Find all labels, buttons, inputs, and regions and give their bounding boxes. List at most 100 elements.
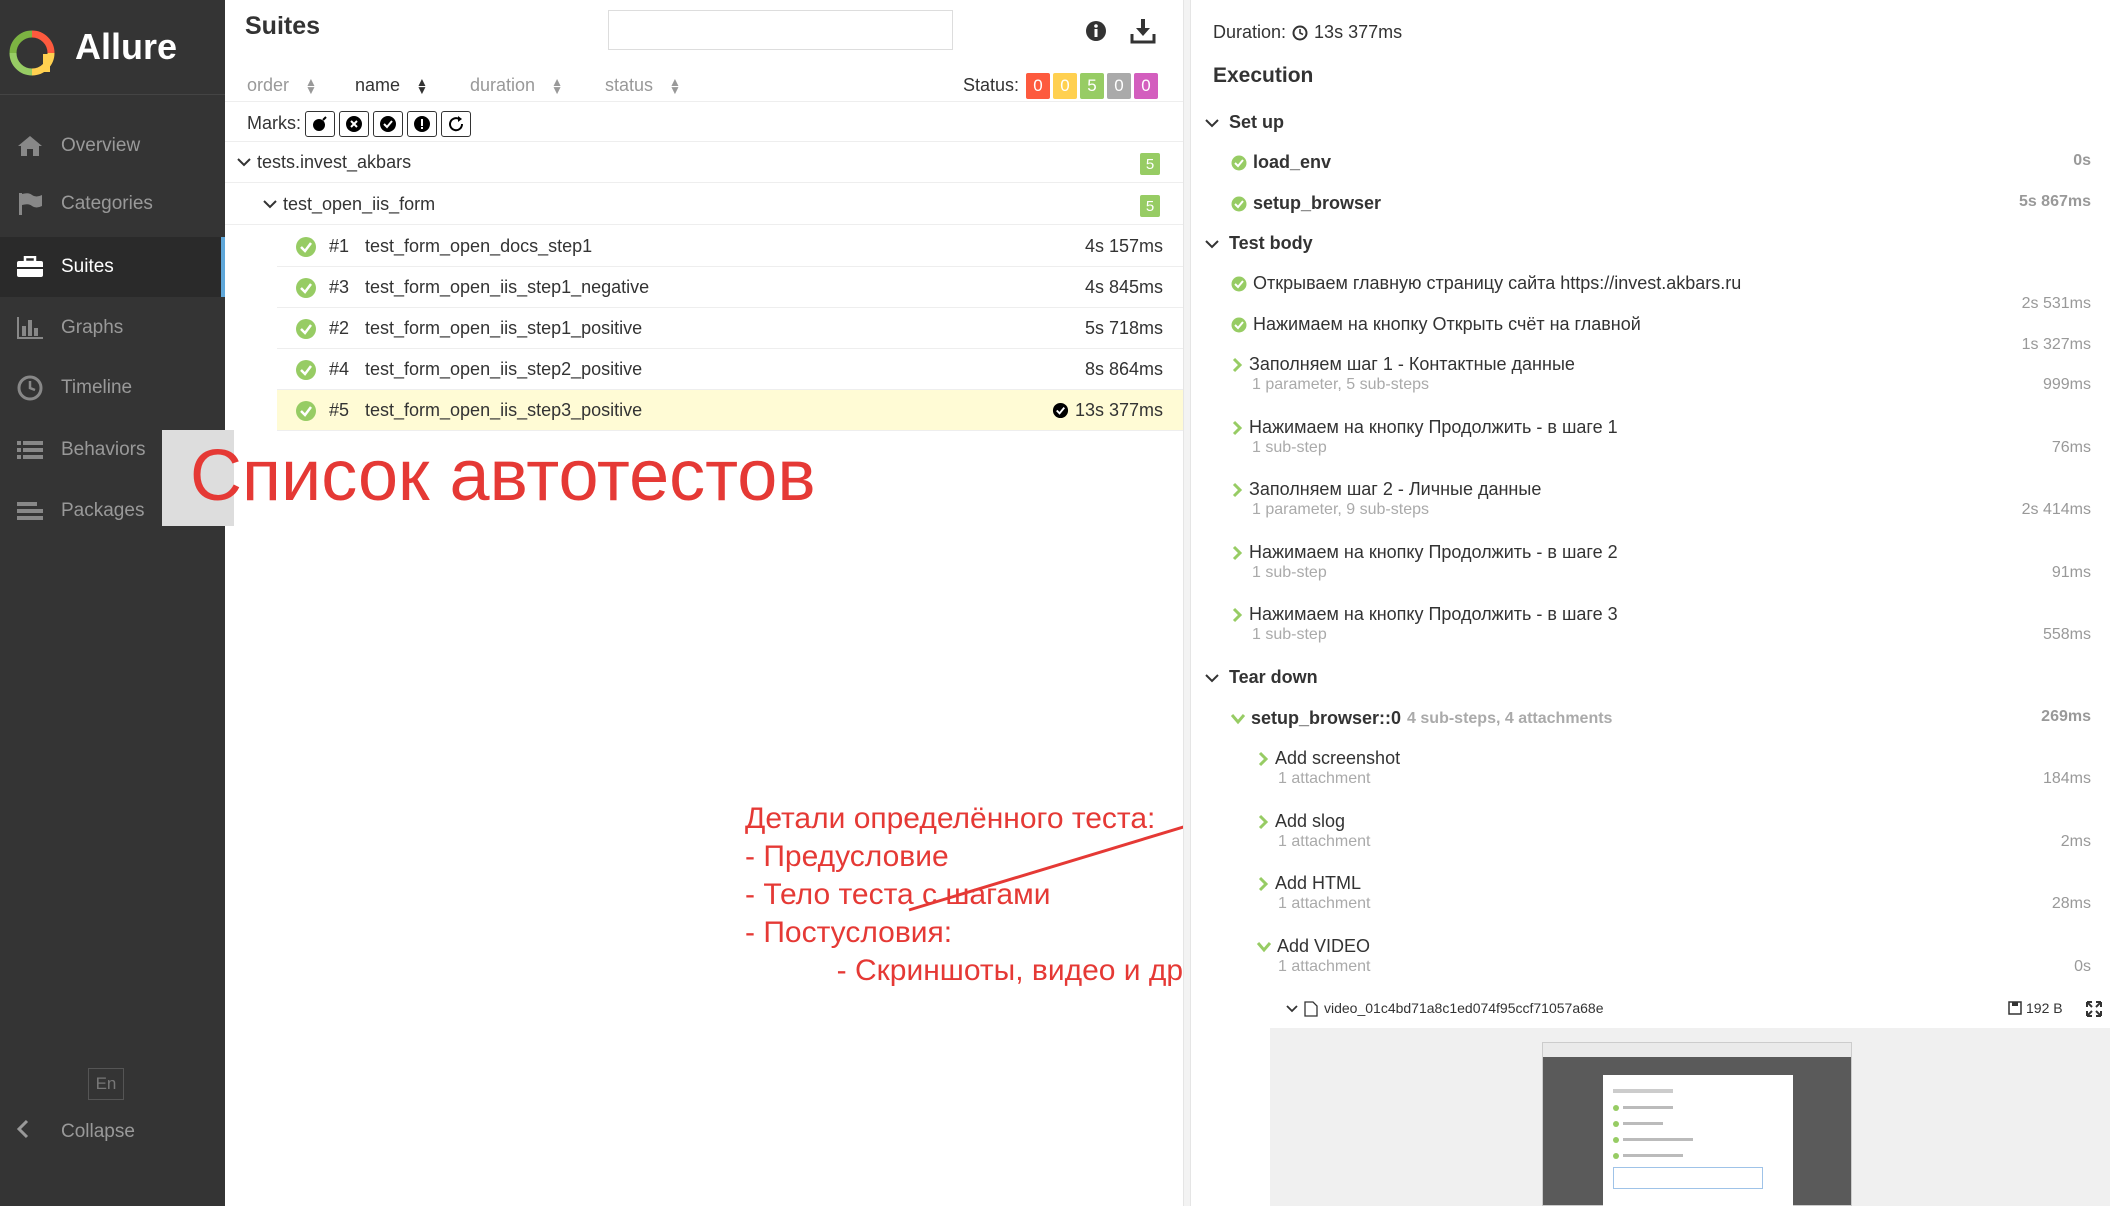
passed-icon <box>1231 196 1247 211</box>
marks-label: Marks: <box>247 113 301 133</box>
mark-flaky-button[interactable] <box>305 111 335 137</box>
status-passed-toggle[interactable]: 5 <box>1080 73 1104 99</box>
step-time: 0s <box>2074 958 2091 975</box>
sort-by-name[interactable]: name ▲ ▼ <box>355 75 428 96</box>
save-icon <box>2008 1001 2022 1015</box>
step-name: Нажимаем на кнопку Продолжить - в шаге 1 <box>1249 417 1618 437</box>
test-name: test_form_open_iis_step3_positive <box>365 399 643 420</box>
step-head: load_env <box>1231 152 1331 173</box>
passed-icon <box>296 401 316 421</box>
test-order: #4 <box>329 358 350 379</box>
mark-new-failed-button[interactable] <box>339 111 369 137</box>
mark-new-broken-button[interactable] <box>407 111 437 137</box>
check-circle-icon <box>380 116 396 132</box>
refresh-icon <box>449 116 464 132</box>
test-row-selected[interactable]: #5 test_form_open_iis_step3_positive 13s… <box>277 390 1183 431</box>
test-row[interactable]: #4 test_form_open_iis_step2_positive 8s … <box>277 349 1183 390</box>
sort-by-duration[interactable]: duration ▲ ▼ <box>470 75 563 96</box>
test-order: #2 <box>329 317 350 338</box>
passed-icon <box>296 319 316 339</box>
step-name: setup_browser <box>1253 193 1382 213</box>
chevron-right-icon <box>1232 482 1243 497</box>
chevron-down-icon <box>1286 1005 1298 1013</box>
step-sub: 4 sub-steps, 4 attachments <box>1407 709 1613 727</box>
step-time: 999ms <box>2042 376 2091 393</box>
sidebar-item-suites[interactable]: Suites <box>0 237 225 297</box>
video-preview[interactable] <box>1270 1028 2110 1207</box>
test-duration: 4s 157ms <box>1084 235 1163 256</box>
test-row[interactable]: #3 test_form_open_iis_step1_negative 4s … <box>277 267 1183 308</box>
download-icon[interactable] <box>1130 18 1156 49</box>
test-duration: 5s 718ms <box>1084 317 1163 338</box>
info-icon[interactable] <box>1085 20 1107 47</box>
chevron-right-icon <box>1258 876 1269 891</box>
page-title: Suites <box>245 12 321 40</box>
expand-icon <box>2086 1001 2102 1017</box>
status-failed-toggle[interactable]: 0 <box>1026 73 1050 99</box>
app-name: Allure <box>75 26 178 67</box>
step-name: Заполняем шаг 2 - Личные данные <box>1249 479 1542 499</box>
allure-logo-icon <box>9 30 55 76</box>
mark-new-passed-button[interactable] <box>373 111 403 137</box>
attachment-size: 192 B <box>2026 1000 2063 1016</box>
step-time: 2s 531ms <box>2021 295 2091 312</box>
step-name: Нажимаем на кнопку Открыть счёт на главн… <box>1253 314 1641 334</box>
sidebar-item-label: Packages <box>61 500 145 521</box>
test-name: test_form_open_iis_step1_negative <box>365 276 650 297</box>
chevron-down-icon <box>1205 118 1219 127</box>
bomb-icon <box>313 116 327 131</box>
execution-title: Execution <box>1213 64 1314 87</box>
briefcase-icon <box>13 253 47 281</box>
step-time: 1s 327ms <box>2021 336 2091 353</box>
test-body-section-toggle[interactable]: Test body <box>1205 233 1313 254</box>
sort-by-status[interactable]: status ▲ ▼ <box>605 75 681 96</box>
status-unknown-toggle[interactable]: 0 <box>1134 73 1158 99</box>
step-head: Нажимаем на кнопку Открыть счёт на главн… <box>1231 314 1641 335</box>
step-head: Заполняем шаг 2 - Личные данные <box>1231 479 1541 500</box>
step-time: 269ms <box>2041 708 2091 725</box>
tree-group-module[interactable]: test_open_iis_form 5 <box>225 184 1183 225</box>
duration-value: 13s 377ms <box>1314 22 1403 42</box>
mark-retries-button[interactable] <box>441 111 471 137</box>
step-name: Add VIDEO <box>1277 936 1371 956</box>
setup-section-toggle[interactable]: Set up <box>1205 112 1284 133</box>
step-time: 91ms <box>2051 564 2091 581</box>
test-row[interactable]: #2 test_form_open_iis_step1_positive 5s … <box>277 308 1183 349</box>
status-skipped-toggle[interactable]: 0 <box>1107 73 1131 99</box>
check-circle-icon <box>1052 402 1068 418</box>
step-time: 2ms <box>2060 833 2091 850</box>
attachment-row[interactable]: video_01c4bd71a8c1ed074f95ccf71057a68e 1… <box>1270 998 2110 1022</box>
step-name: Открываем главную страницу сайта https:/… <box>1253 273 1742 293</box>
sort-label: status <box>605 75 654 95</box>
test-name: test_form_open_docs_step1 <box>365 235 593 256</box>
test-row[interactable]: #1 test_form_open_docs_step1 4s 157ms <box>277 226 1183 267</box>
brand[interactable]: Allure <box>0 0 225 95</box>
tree-group-package[interactable]: tests.invest_akbars 5 <box>225 142 1183 183</box>
collapse-button[interactable]: Collapse <box>0 1112 225 1152</box>
test-duration: 13s 377ms <box>1074 399 1163 420</box>
teardown-section-toggle[interactable]: Tear down <box>1205 667 1318 688</box>
list-icon <box>13 436 47 464</box>
sidebar-item-categories[interactable]: Categories <box>0 174 225 234</box>
marks-filter: Marks: <box>225 105 1183 142</box>
language-switch[interactable]: En <box>88 1068 124 1100</box>
chevron-down-icon <box>1257 941 1271 952</box>
search-input[interactable] <box>608 10 953 50</box>
chevron-down-icon <box>1231 713 1245 724</box>
group-name: test_open_iis_form <box>283 193 436 214</box>
pane-resize-handle[interactable] <box>1183 0 1191 1206</box>
chevron-right-icon <box>1232 545 1243 560</box>
sidebar-item-graphs[interactable]: Graphs <box>0 298 225 358</box>
test-duration: 4s 845ms <box>1084 276 1163 297</box>
step-time: 184ms <box>2042 770 2091 787</box>
sidebar-item-overview[interactable]: Overview <box>0 116 225 176</box>
status-broken-toggle[interactable]: 0 <box>1053 73 1077 99</box>
duration-label: Duration: <box>1213 22 1287 42</box>
step-time: 5s 867ms <box>2018 193 2091 210</box>
sort-by-order[interactable]: order ▲ ▼ <box>247 75 317 96</box>
test-duration: 8s 864ms <box>1084 358 1163 379</box>
status-filter-label: Status: <box>963 75 1020 95</box>
clock-icon <box>13 374 47 402</box>
sidebar-item-timeline[interactable]: Timeline <box>0 358 225 418</box>
step-sub: 1 sub-step <box>1252 439 1327 456</box>
